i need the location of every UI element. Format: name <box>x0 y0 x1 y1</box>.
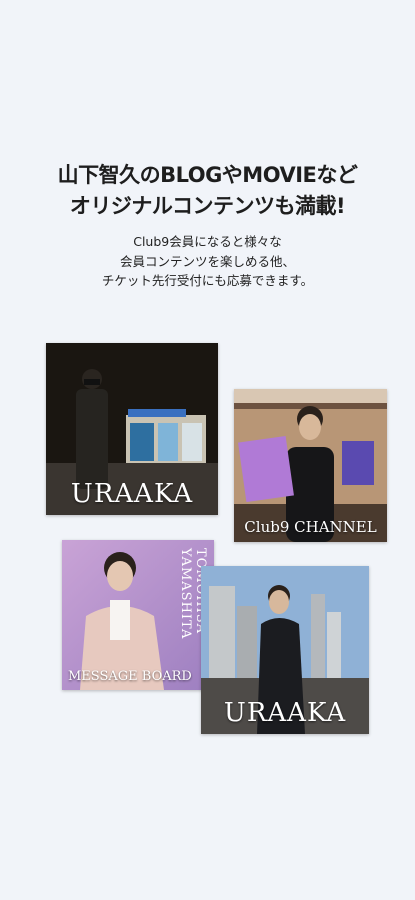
promo-headline: 山下智久のBLOGやMOVIEなど オリジナルコンテンツも満載! <box>0 160 415 222</box>
message-board-caption: MESSAGE BOARD <box>68 669 192 684</box>
headline-line-2: オリジナルコンテンツも満載! <box>69 194 346 218</box>
club9-channel-caption: Club9 CHANNEL <box>244 518 377 536</box>
uraaka-night-caption: URAAKA <box>70 479 194 509</box>
promo-description: Club9会員になると様々な 会員コンテンツを楽しめる他、 チケット先行受付にも… <box>0 232 415 291</box>
uraaka-rooftop-card: URAAKA <box>201 566 369 734</box>
uraaka-rooftop-caption: URAAKA <box>223 698 347 728</box>
uraaka-night-card: URAAKA <box>46 343 218 515</box>
description-line-2: 会員コンテンツを楽しめる他、 <box>119 253 295 269</box>
description-line-1: Club9会員になると様々な <box>133 234 282 249</box>
description-line-3: チケット先行受付にも応募できます。 <box>101 273 314 288</box>
headline-line-1: 山下智久のBLOGやMOVIEなど <box>57 163 358 187</box>
club9-channel-card: Club9 CHANNEL <box>234 389 387 542</box>
message-board-card: TOMOHISA YAMASHITA MESSAGE BOARD <box>62 540 214 690</box>
